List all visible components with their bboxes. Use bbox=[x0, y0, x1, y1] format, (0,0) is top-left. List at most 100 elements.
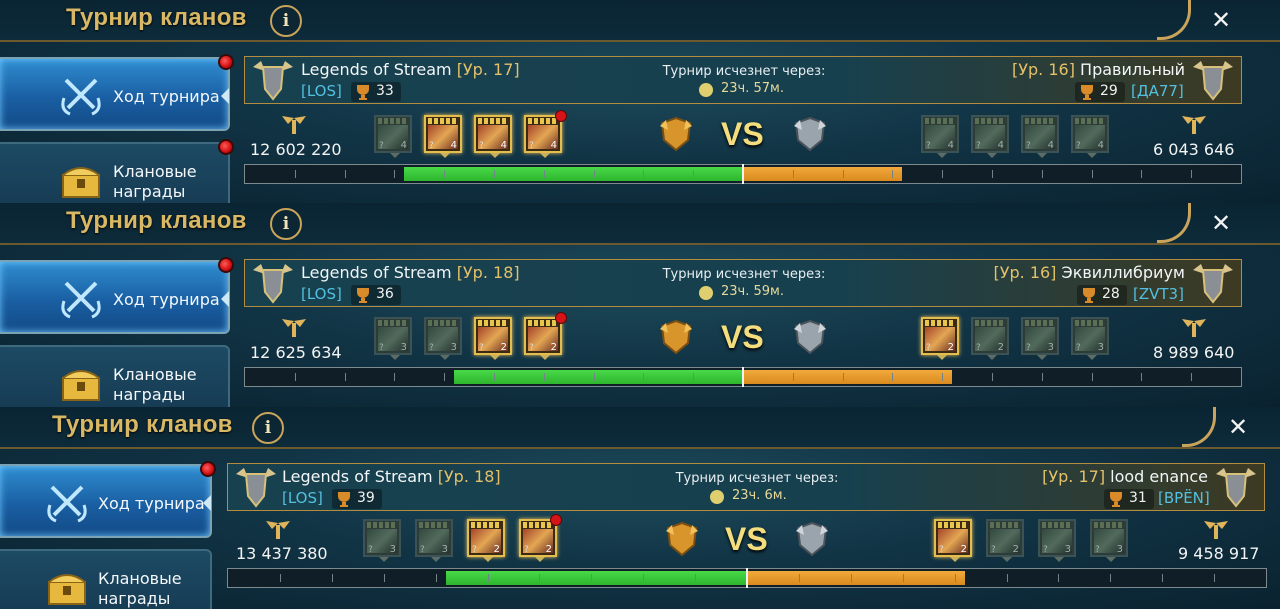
card-pointer bbox=[483, 557, 493, 562]
silver-shield-icon bbox=[794, 319, 826, 355]
card-level: 3 bbox=[1064, 544, 1071, 555]
card-pointer bbox=[540, 153, 550, 158]
header-bar: Турнир кланов i ✕ bbox=[0, 407, 1280, 449]
card-level: 2 bbox=[960, 544, 967, 555]
left-clan-name: Legends of Stream bbox=[301, 60, 452, 79]
close-button[interactable]: ✕ bbox=[1211, 209, 1231, 237]
unknown-marker: ? bbox=[529, 141, 534, 151]
right-attack-card[interactable]: ? 2 bbox=[971, 317, 1009, 360]
card-pointer bbox=[1087, 153, 1097, 158]
right-attack-card[interactable]: ? 2 bbox=[921, 317, 959, 360]
timer-value: 23ч. 57м. bbox=[721, 81, 784, 96]
card-pointer bbox=[440, 153, 450, 158]
clan-rewards-button[interactable]: Клановые награды bbox=[0, 345, 230, 407]
left-clan-name: Legends of Stream bbox=[301, 263, 452, 282]
card-level: 4 bbox=[1047, 140, 1054, 151]
star-rank bbox=[1042, 522, 1072, 528]
sidebar-label: Клановые награды bbox=[113, 365, 197, 404]
sidebar-label: Ход турнира bbox=[113, 87, 220, 106]
progress-tick bbox=[295, 373, 296, 381]
card-pointer bbox=[490, 355, 500, 360]
card-level: 4 bbox=[550, 140, 557, 151]
unknown-marker: ? bbox=[1026, 141, 1031, 151]
left-attack-card[interactable]: ? 3 bbox=[363, 519, 401, 562]
unknown-marker: ? bbox=[976, 141, 981, 151]
right-trophy-count: 28 bbox=[1077, 285, 1127, 305]
tournament-progress-button[interactable]: Ход турнира bbox=[0, 57, 230, 131]
star-rank bbox=[990, 522, 1020, 528]
progress-tick bbox=[394, 373, 395, 381]
vs-label: VS bbox=[721, 116, 764, 152]
tournament-progress-button[interactable]: Ход турнира bbox=[0, 260, 230, 334]
left-attack-card[interactable]: ? 2 bbox=[519, 514, 562, 562]
right-clan-points: 8 989 640 bbox=[1153, 343, 1235, 362]
notification-dot bbox=[200, 461, 216, 477]
star-rank bbox=[478, 118, 508, 124]
progress-tick bbox=[1092, 373, 1093, 381]
info-button[interactable]: i bbox=[252, 412, 284, 444]
left-attack-card[interactable]: ? 2 bbox=[467, 519, 505, 562]
progress-tick bbox=[793, 373, 794, 381]
right-clan-name: Эквиллибриум bbox=[1061, 263, 1185, 282]
right-attack-card[interactable]: ? 4 bbox=[1071, 115, 1109, 158]
clan-rewards-button[interactable]: Клановые награды bbox=[0, 549, 212, 609]
sidebar-label: Ход турнира bbox=[98, 494, 205, 513]
trophy-icon bbox=[1081, 85, 1093, 100]
card-level: 2 bbox=[1012, 544, 1019, 555]
timer-value: 23ч. 6м. bbox=[732, 488, 787, 503]
left-attack-card[interactable]: ? 3 bbox=[415, 519, 453, 562]
selected-caret bbox=[203, 495, 211, 511]
star-rank bbox=[428, 118, 458, 124]
right-attack-card[interactable]: ? 3 bbox=[1090, 519, 1128, 562]
left-clan-level: [Ур. 18] bbox=[456, 263, 520, 282]
progress-tick bbox=[594, 373, 595, 381]
points-wing-icon bbox=[1204, 521, 1228, 539]
close-button[interactable]: ✕ bbox=[1228, 413, 1248, 441]
right-attack-card[interactable]: ? 3 bbox=[1038, 519, 1076, 562]
progress-tick bbox=[1042, 170, 1043, 178]
crossed-swords-icon bbox=[61, 78, 101, 116]
close-area: ✕ bbox=[1182, 407, 1280, 449]
left-attack-card[interactable]: ? 4 bbox=[524, 110, 567, 158]
left-attack-card[interactable]: ? 2 bbox=[474, 317, 512, 360]
progress-tick bbox=[1092, 170, 1093, 178]
right-attack-card[interactable]: ? 3 bbox=[1021, 317, 1059, 360]
right-attack-card[interactable]: ? 4 bbox=[971, 115, 1009, 158]
right-attack-card[interactable]: ? 2 bbox=[986, 519, 1024, 562]
clan-rewards-button[interactable]: Клановые награды bbox=[0, 142, 230, 203]
left-clan-progress bbox=[454, 370, 743, 384]
left-clan-level: [Ур. 18] bbox=[437, 467, 501, 486]
treasure-chest-icon bbox=[62, 370, 100, 401]
right-attack-card[interactable]: ? 3 bbox=[1071, 317, 1109, 360]
progress-tick bbox=[444, 170, 445, 178]
page-title: Турнир кланов bbox=[66, 4, 247, 31]
left-trophy-count: 39 bbox=[332, 489, 382, 509]
clan-emblem-icon bbox=[236, 468, 276, 508]
points-wing-icon bbox=[282, 116, 306, 134]
info-button[interactable]: i bbox=[270, 208, 302, 240]
left-attack-card[interactable]: ? 4 bbox=[424, 115, 462, 158]
progress-tick bbox=[488, 574, 489, 582]
close-button[interactable]: ✕ bbox=[1211, 6, 1231, 34]
progress-tick bbox=[1191, 373, 1192, 381]
tournament-progress-button[interactable]: Ход турнира bbox=[0, 464, 212, 538]
progress-midline bbox=[746, 568, 748, 588]
left-attack-card[interactable]: ? 4 bbox=[374, 115, 412, 158]
card-level: 4 bbox=[997, 140, 1004, 151]
card-level: 3 bbox=[450, 342, 457, 353]
header-ornament bbox=[1157, 203, 1191, 243]
left-attack-card[interactable]: ? 4 bbox=[474, 115, 512, 158]
left-attack-card[interactable]: ? 3 bbox=[424, 317, 462, 360]
right-attack-card[interactable]: ? 2 bbox=[934, 519, 972, 562]
card-level: 3 bbox=[1097, 342, 1104, 353]
right-attack-card[interactable]: ? 4 bbox=[921, 115, 959, 158]
progress-tick bbox=[1141, 170, 1142, 178]
left-attack-card[interactable]: ? 2 bbox=[524, 312, 567, 360]
left-attack-card[interactable]: ? 3 bbox=[374, 317, 412, 360]
progress-tick bbox=[892, 170, 893, 178]
star-rank bbox=[975, 118, 1005, 124]
clock-icon bbox=[699, 83, 713, 97]
info-button[interactable]: i bbox=[270, 5, 302, 37]
right-attack-card[interactable]: ? 4 bbox=[1021, 115, 1059, 158]
right-clan-points: 6 043 646 bbox=[1153, 140, 1235, 159]
